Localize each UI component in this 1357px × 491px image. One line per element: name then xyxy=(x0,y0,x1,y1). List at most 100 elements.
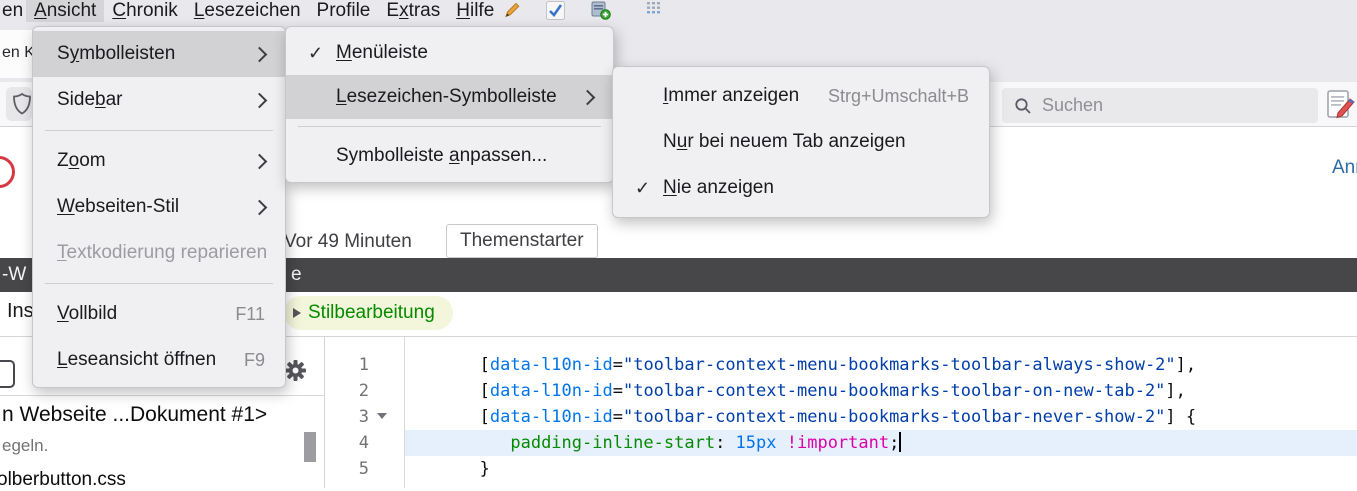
menu-separator xyxy=(45,283,273,284)
avatar xyxy=(0,156,15,188)
code-token: [ xyxy=(408,407,490,427)
menu-item-textkodierung-reparieren[interactable]: Textkodierung reparieren xyxy=(33,230,285,276)
menubar: AnsichtChronikLesezeichenProfileExtrasHi… xyxy=(26,0,502,22)
menu-item-zoom[interactable]: Zoom xyxy=(33,138,285,184)
menu-item-menüleiste[interactable]: ✓ Menüleiste xyxy=(286,31,613,75)
brush-icon xyxy=(293,308,301,318)
menu-separator xyxy=(45,130,273,131)
view-menu: Symbolleisten Sidebar Zoom Webseiten-Stil Te… xyxy=(32,26,286,388)
line-number: 3 xyxy=(323,404,369,430)
menu-item-symbolleiste-anpassen[interactable]: Symbolleiste anpassen... xyxy=(286,134,613,178)
tab-inspector-partial[interactable]: Ins xyxy=(7,300,34,323)
menu-item-label: Webseiten-Stil xyxy=(57,196,179,218)
chevron-right-icon xyxy=(252,199,268,215)
checkmark-icon[interactable] xyxy=(546,1,565,25)
menubar-item-lesezeichen[interactable]: Lesezeichen xyxy=(186,0,309,22)
menu-item-shortcut: F11 xyxy=(215,304,265,325)
code-token: 15px xyxy=(736,433,777,453)
check-icon: ✓ xyxy=(308,43,323,64)
code-token: ] { xyxy=(1165,407,1196,427)
thread-title-fragment-right: e xyxy=(291,258,302,292)
menu-item-label: Menüleiste xyxy=(336,42,428,64)
menubar-item-profile[interactable]: Profile xyxy=(309,0,379,22)
menubar-item-extras[interactable]: Extras xyxy=(378,0,448,22)
menu-item-label: Nur bei neuem Tab anzeigen xyxy=(663,131,906,153)
menu-item-lesezeichen-symbolleiste[interactable]: Lesezeichen-Symbolleiste xyxy=(286,75,613,119)
line-number: 2 xyxy=(323,378,369,404)
thread-starter-badge: Themenstarter xyxy=(446,224,598,258)
code-token: data-l10n-id xyxy=(490,381,613,401)
code-token: padding-inline-start xyxy=(510,433,715,453)
add-page-icon[interactable] xyxy=(591,1,612,25)
grid-icon[interactable] xyxy=(646,1,663,21)
line-number: 4 xyxy=(323,430,369,456)
code-token: = xyxy=(613,381,623,401)
menu-item-label: Immer anzeigen xyxy=(663,85,799,107)
code-token: "toolbar-context-menu-bookmarks-toolbar-… xyxy=(623,381,1165,401)
code-line[interactable]: [data-l10n-id="toolbar-context-menu-book… xyxy=(408,404,1196,430)
code-line[interactable]: padding-inline-start: 15px !important; xyxy=(408,430,1196,456)
menu-item-symbolleisten[interactable]: Symbolleisten xyxy=(33,31,285,77)
code-token xyxy=(408,433,510,453)
menu-item-immer-anzeigen[interactable]: Immer anzeigen Strg+Umschalt+B xyxy=(613,73,989,119)
menu-item-nur-bei-neuem-tab-anzeigen[interactable]: Nur bei neuem Tab anzeigen xyxy=(613,119,989,165)
code-token: "toolbar-context-menu-bookmarks-toolbar-… xyxy=(623,407,1165,427)
menubar-item-hilfe[interactable]: Hilfe xyxy=(448,0,502,22)
thread-title-fragment-left: -W xyxy=(2,258,26,292)
menu-item-webseiten-stil[interactable]: Webseiten-Stil xyxy=(33,184,285,230)
code-token: [ xyxy=(408,355,490,375)
import-stylesheet-icon[interactable] xyxy=(0,360,15,388)
chevron-right-icon xyxy=(580,89,596,105)
menu-item-nie-anzeigen[interactable]: ✓Nie anzeigen xyxy=(613,165,989,211)
login-link[interactable]: Anmelden xyxy=(1332,157,1357,179)
code-token: : xyxy=(715,433,735,453)
code-token: ], xyxy=(1176,355,1196,375)
scrollbar-thumb[interactable] xyxy=(304,432,316,462)
code-token: [ xyxy=(408,381,490,401)
menu-item-label: Textkodierung reparieren xyxy=(57,242,267,264)
code-token xyxy=(777,433,787,453)
code-line[interactable]: [data-l10n-id="toolbar-context-menu-book… xyxy=(408,352,1196,378)
menu-item-label: Vollbild xyxy=(57,303,117,325)
chevron-right-icon xyxy=(252,92,268,108)
code-line[interactable]: [data-l10n-id="toolbar-context-menu-book… xyxy=(408,378,1196,404)
tab-style-editor[interactable]: Stilbearbeitung xyxy=(284,296,453,330)
stylesheet-title-partial[interactable]: n Webseite ...Dokument #1> xyxy=(2,403,267,427)
chevron-right-icon xyxy=(252,46,268,62)
register-document-icon[interactable] xyxy=(1326,89,1357,127)
code-token: data-l10n-id xyxy=(490,407,613,427)
menu-item-leseansicht-öffnen[interactable]: Leseansicht öffnen F9 xyxy=(33,337,285,383)
firefox-window: { "colors":{"accent_blue":"#0074e8","str… xyxy=(0,0,1357,488)
menubar-item-chronik[interactable]: Chronik xyxy=(104,0,185,22)
code-token: = xyxy=(613,407,623,427)
code-token: ; xyxy=(889,433,899,453)
search-input[interactable]: Suchen xyxy=(1002,88,1318,123)
code-token: "toolbar-context-menu-bookmarks-toolbar-… xyxy=(623,355,1176,375)
code-editor[interactable]: [data-l10n-id="toolbar-context-menu-book… xyxy=(408,352,1196,482)
code-line[interactable]: } xyxy=(408,456,1196,482)
line-number: 5 xyxy=(323,456,369,482)
text-cursor xyxy=(899,432,901,452)
gutter-divider xyxy=(404,337,405,488)
code-token: data-l10n-id xyxy=(490,355,613,375)
search-icon xyxy=(1014,97,1032,115)
menu-item-shortcut: F9 xyxy=(224,350,265,371)
tracking-shield-button[interactable] xyxy=(6,87,32,121)
menu-item-sidebar[interactable]: Sidebar xyxy=(33,77,285,123)
code-token: = xyxy=(613,355,623,375)
bookmark-toolbar-fragment: en K xyxy=(0,30,32,78)
post-timestamp[interactable]: Vor 49 Minuten xyxy=(284,231,412,253)
gear-icon[interactable] xyxy=(284,359,307,387)
fold-arrow-icon[interactable] xyxy=(377,413,387,419)
menubar-item-partial[interactable]: en xyxy=(2,0,23,22)
menubar-item-ansicht[interactable]: Ansicht xyxy=(26,0,104,22)
pencil-icon[interactable] xyxy=(503,1,521,24)
menu-item-label: Sidebar xyxy=(57,89,123,111)
code-token: } xyxy=(408,459,490,479)
menu-item-vollbild[interactable]: Vollbild F11 xyxy=(33,291,285,337)
bookmark-label-partial[interactable]: en K xyxy=(2,44,35,62)
menu-item-label: Zoom xyxy=(57,150,106,172)
menu-item-label: Leseansicht öffnen xyxy=(57,349,216,371)
code-token: !important xyxy=(787,433,889,453)
menu-item-shortcut: Strg+Umschalt+B xyxy=(808,86,969,107)
